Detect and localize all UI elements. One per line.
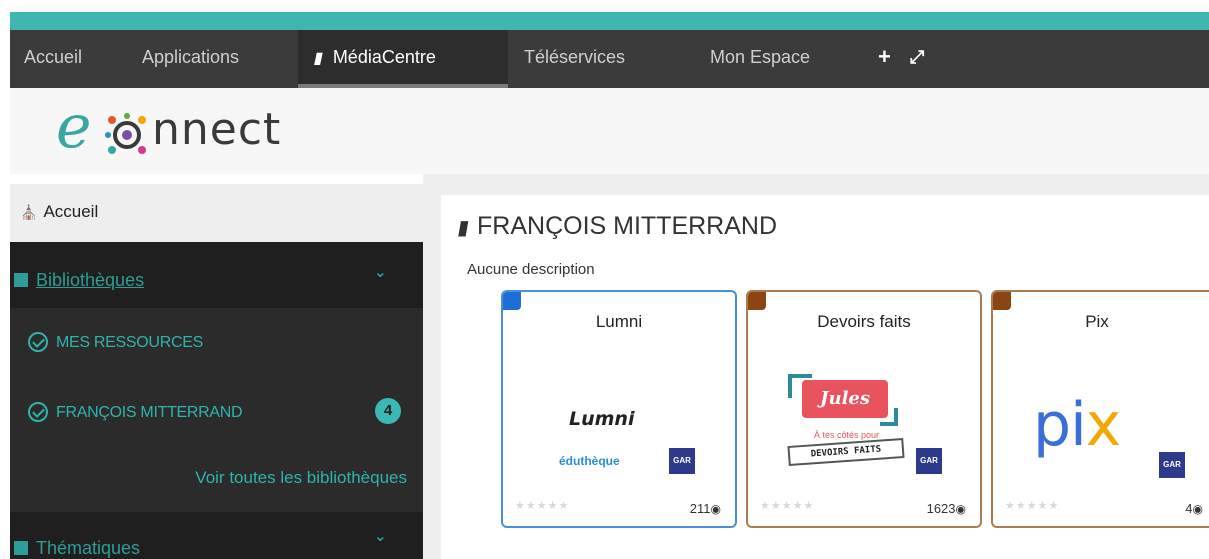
pix-logo: pix xyxy=(1033,390,1122,460)
logo-e: e xyxy=(56,92,92,162)
eye-icon: ◉ xyxy=(955,502,966,516)
sidebar-item-label: FRANÇOIS MITTERRAND xyxy=(56,404,243,421)
sidebar: ⛪ Accueil Bibliothèques ⌄ MES RESSOURCES … xyxy=(10,174,423,559)
nav-label: Téléservices xyxy=(524,47,626,67)
nav-item-mediacentre[interactable]: ▮ MédiaCentre xyxy=(298,30,508,88)
page-title-text: FRANÇOIS MITTERRAND xyxy=(477,212,778,240)
section-label: Thématiques xyxy=(36,538,141,558)
page-title: ▮ FRANÇOIS MITTERRAND xyxy=(455,212,778,241)
view-count-value: 211 xyxy=(689,501,711,516)
card-title: Devoirs faits xyxy=(817,312,911,331)
view-count-value: 1623 xyxy=(926,501,956,516)
gar-badge: GAR xyxy=(916,448,942,474)
nav-item-teleservices[interactable]: Téléservices xyxy=(524,30,625,88)
top-accent-bar xyxy=(10,12,1209,30)
library-icon xyxy=(14,273,28,287)
edutheque-logo: éduthèque xyxy=(559,454,620,468)
sidebar-home[interactable]: ⛪ Accueil xyxy=(10,184,423,242)
count-badge: 4 xyxy=(375,398,401,424)
sidebar-menu: Bibliothèques ⌄ MES RESSOURCES FRANÇOIS … xyxy=(10,242,423,559)
chevron-down-icon: ⌄ xyxy=(373,528,387,545)
resource-card-lumni[interactable]: Lumni Lumni éduthèque GAR ★★★★★ 211◉ xyxy=(501,290,737,528)
rating-stars[interactable]: ★★★★★ xyxy=(760,499,814,512)
nav-label: MédiaCentre xyxy=(332,47,436,67)
top-margin xyxy=(0,0,1209,12)
check-circle-icon xyxy=(28,332,48,352)
pix-logo-text: pi xyxy=(1033,390,1087,460)
sidebar-item-label: MES RESSOURCES xyxy=(56,334,203,351)
book-icon: ▮ xyxy=(455,217,471,239)
view-count-value: 4 xyxy=(1185,501,1193,516)
top-navigation: Accueil Applications ▮ MédiaCentre Télése… xyxy=(10,30,1209,88)
theme-icon xyxy=(14,541,28,555)
nav-item-mon-espace[interactable]: Mon Espace xyxy=(710,30,810,88)
nav-item-applications[interactable]: Applications xyxy=(142,30,239,88)
book-icon: ▮ xyxy=(312,50,325,67)
rating-stars[interactable]: ★★★★★ xyxy=(1005,499,1059,512)
nav-label: Mon Espace xyxy=(710,47,811,67)
logo-band: e nnect xyxy=(10,88,1209,174)
gar-badge: GAR xyxy=(669,448,695,474)
card-corner-marker xyxy=(748,292,766,310)
rating-stars[interactable]: ★★★★★ xyxy=(515,499,569,512)
card-title: Pix xyxy=(1085,312,1109,331)
logo-text: nnect xyxy=(152,104,282,155)
home-icon: ⛪ xyxy=(20,204,38,220)
nav-label: Accueil xyxy=(24,47,83,67)
expand-icon[interactable]: ⤢ xyxy=(910,30,924,88)
logo-network-icon xyxy=(105,113,146,154)
jules-logo: Jules À tes côtés pour DEVOIRS FAITS xyxy=(787,374,908,470)
view-count: 4◉ xyxy=(1185,501,1203,516)
jules-bubble: Jules xyxy=(802,380,888,418)
card-corner-marker xyxy=(993,292,1011,310)
plus-icon[interactable]: + xyxy=(878,30,891,88)
devoirs-faits-box: DEVOIRS FAITS xyxy=(787,437,905,467)
resource-card-devoirs-faits[interactable]: Devoirs faits Jules À tes côtés pour DEV… xyxy=(746,290,982,528)
check-circle-icon xyxy=(28,402,48,422)
page-root: Accueil Applications ▮ MédiaCentre Télése… xyxy=(0,0,1209,559)
lumni-logo: Lumni xyxy=(569,408,635,430)
chevron-down-icon: ⌄ xyxy=(373,264,387,281)
sidebar-section-bibliotheques[interactable]: Bibliothèques ⌄ xyxy=(10,242,423,308)
see-all-libraries-link[interactable]: Voir toutes les bibliothèques xyxy=(10,454,423,500)
pix-logo-x: x xyxy=(1085,390,1122,460)
nav-label: Applications xyxy=(142,47,240,67)
eye-icon: ◉ xyxy=(710,502,721,516)
link-label: Voir toutes les bibliothèques xyxy=(195,468,407,487)
sidebar-section-thematiques[interactable]: Thématiques ⌄ xyxy=(10,512,423,559)
card-corner-marker xyxy=(503,292,521,310)
section-label: Bibliothèques xyxy=(36,270,145,290)
sidebar-item-francois-mitterrand[interactable]: FRANÇOIS MITTERRAND 4 xyxy=(10,388,423,438)
eye-icon: ◉ xyxy=(1192,502,1203,516)
logo-frame xyxy=(880,408,898,426)
nav-item-accueil[interactable]: Accueil xyxy=(24,30,82,88)
card-title: Lumni xyxy=(595,312,643,331)
library-description: Aucune description xyxy=(467,261,595,278)
resource-card-pix[interactable]: Pix pix GAR ★★★★★ 4◉ xyxy=(991,290,1209,528)
jules-subtitle: À tes côtés pour xyxy=(814,430,880,440)
sidebar-item-mes-ressources[interactable]: MES RESSOURCES xyxy=(10,318,423,368)
gar-badge: GAR xyxy=(1159,452,1185,478)
view-count: 1623◉ xyxy=(927,501,966,516)
sidebar-home-label: Accueil xyxy=(43,202,99,221)
view-count: 211◉ xyxy=(690,501,721,516)
